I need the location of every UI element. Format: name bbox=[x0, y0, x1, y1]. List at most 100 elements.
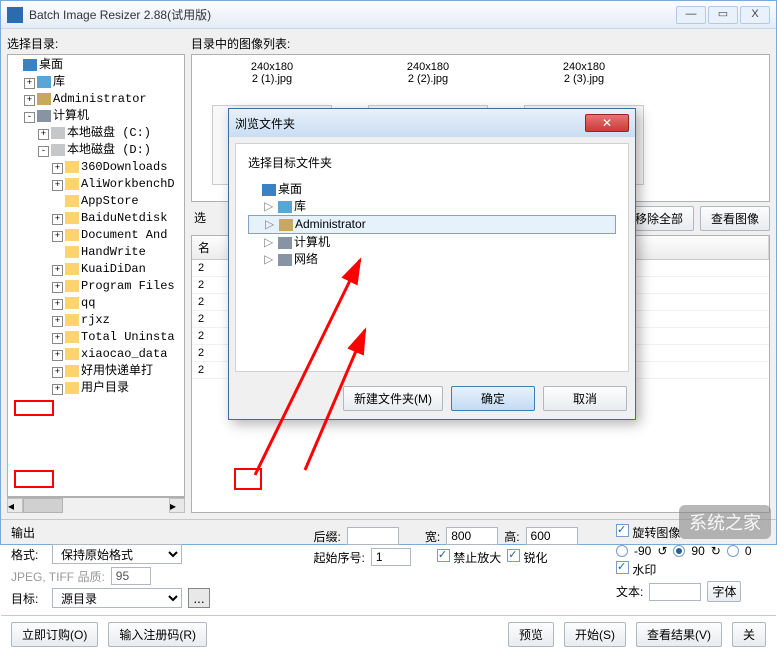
tree-item[interactable]: -计算机 bbox=[10, 108, 182, 125]
tree-item[interactable]: +库 bbox=[10, 74, 182, 91]
tree-expander[interactable]: + bbox=[52, 180, 63, 191]
tree-label: AppStore bbox=[81, 194, 139, 208]
tree-expander-icon[interactable]: ▷ bbox=[264, 252, 278, 267]
user-icon bbox=[37, 93, 51, 105]
target-select[interactable]: 源目录 bbox=[52, 588, 182, 608]
folder-icon bbox=[65, 212, 79, 224]
rotate-zero-radio[interactable] bbox=[727, 545, 739, 557]
preview-button[interactable]: 预览 bbox=[508, 622, 554, 647]
tree-expander[interactable]: + bbox=[52, 282, 63, 293]
width-input[interactable] bbox=[446, 527, 498, 545]
tree-item[interactable]: + KuaiDiDan bbox=[10, 261, 182, 278]
tree-label: 用户目录 bbox=[81, 381, 129, 395]
suffix-input[interactable] bbox=[347, 527, 399, 545]
rotate-pos90-radio[interactable] bbox=[673, 545, 685, 557]
dialog-tree-item[interactable]: 桌面 bbox=[248, 181, 616, 198]
tree-item[interactable]: +Total Uninsta bbox=[10, 329, 182, 346]
view-image-button[interactable]: 查看图像 bbox=[700, 206, 770, 231]
dialog-tree-item[interactable]: ▷网络 bbox=[248, 251, 616, 268]
tree-label: 好用快递单打 bbox=[81, 364, 153, 378]
rotate-checkbox[interactable] bbox=[616, 524, 629, 537]
dialog-titlebar[interactable]: 浏览文件夹 ✕ bbox=[229, 109, 635, 137]
folder-icon bbox=[65, 178, 79, 190]
tree-item[interactable]: +rjxz bbox=[10, 312, 182, 329]
tree-expander[interactable]: - bbox=[24, 112, 35, 123]
cancel-button[interactable]: 取消 bbox=[543, 386, 627, 411]
tree-expander[interactable]: + bbox=[52, 350, 63, 361]
tree-item[interactable]: AppStore bbox=[10, 193, 182, 210]
output-section-label: 输出 bbox=[11, 524, 302, 541]
format-select[interactable]: 保持原始格式 bbox=[52, 544, 182, 564]
tree-item[interactable]: + 好用快递单打 bbox=[10, 363, 182, 380]
tree-expander[interactable]: + bbox=[24, 78, 35, 89]
new-folder-button[interactable]: 新建文件夹(M) bbox=[343, 386, 443, 411]
browse-button[interactable]: ... bbox=[188, 588, 210, 608]
tree-expander[interactable]: + bbox=[52, 384, 63, 395]
tree-expander[interactable]: + bbox=[52, 299, 63, 310]
tree-expander[interactable]: - bbox=[38, 146, 49, 157]
tree-item[interactable]: +BaiduNetdisk bbox=[10, 210, 182, 227]
rotate-neg90-radio[interactable] bbox=[616, 545, 628, 557]
watermark-text-label: 文本: bbox=[616, 583, 643, 600]
tree-expander-icon[interactable]: ▷ bbox=[265, 217, 279, 232]
tree-label: KuaiDiDan bbox=[81, 262, 146, 276]
titlebar[interactable]: Batch Image Resizer 2.88(试用版) — ▭ X bbox=[1, 1, 776, 29]
close-app-button[interactable]: 关 bbox=[732, 622, 766, 647]
tree-item[interactable]: +qq bbox=[10, 295, 182, 312]
tree-hscrollbar[interactable]: ◂ ▸ bbox=[7, 497, 185, 513]
tree-item[interactable]: +360Downloads bbox=[10, 159, 182, 176]
tree-item[interactable]: +Administrator bbox=[10, 91, 182, 108]
tree-expander[interactable]: + bbox=[52, 231, 63, 242]
tree-expander[interactable]: + bbox=[52, 214, 63, 225]
tree-item[interactable]: +本地磁盘 (C:) bbox=[10, 125, 182, 142]
tree-expander[interactable]: + bbox=[52, 333, 63, 344]
tree-item[interactable]: -本地磁盘 (D:) bbox=[10, 142, 182, 159]
tree-expander-icon[interactable]: ▷ bbox=[264, 199, 278, 214]
tree-item[interactable]: +AliWorkbenchD bbox=[10, 176, 182, 193]
dialog-tree-item[interactable]: ▷计算机 bbox=[248, 234, 616, 251]
directory-tree[interactable]: 桌面+库+Administrator-计算机+本地磁盘 (C:)-本地磁盘 (D… bbox=[7, 54, 185, 497]
start-num-input[interactable] bbox=[371, 548, 411, 566]
order-button[interactable]: 立即订购(O) bbox=[11, 622, 98, 647]
close-button[interactable]: X bbox=[740, 6, 770, 24]
tree-item[interactable]: 桌面 bbox=[10, 57, 182, 74]
tree-expander[interactable]: + bbox=[38, 129, 49, 140]
tree-expander-icon[interactable]: ▷ bbox=[264, 235, 278, 250]
height-input[interactable] bbox=[526, 527, 578, 545]
dialog-folder-tree[interactable]: 桌面▷库▷Administrator▷计算机▷网络 bbox=[248, 181, 616, 361]
tree-expander[interactable]: + bbox=[52, 163, 63, 174]
tree-item[interactable]: +xiaocao_data bbox=[10, 346, 182, 363]
tree-item[interactable]: +Program Files bbox=[10, 278, 182, 295]
watermark-checkbox[interactable] bbox=[616, 561, 629, 574]
tree-expander[interactable]: + bbox=[52, 265, 63, 276]
font-button[interactable]: 字体 bbox=[707, 581, 741, 602]
drive-icon bbox=[51, 144, 65, 156]
watermark-text-input[interactable] bbox=[649, 583, 701, 601]
dialog-tree-item[interactable]: ▷Administrator bbox=[248, 215, 616, 234]
folder-icon bbox=[65, 263, 79, 275]
tree-label: Document And bbox=[81, 228, 167, 242]
view-result-button[interactable]: 查看结果(V) bbox=[636, 622, 722, 647]
dialog-close-button[interactable]: ✕ bbox=[585, 114, 629, 132]
tree-label: 库 bbox=[53, 75, 65, 89]
tree-expander[interactable]: + bbox=[52, 367, 63, 378]
computer-icon bbox=[37, 110, 51, 122]
dialog-tree-item[interactable]: ▷库 bbox=[248, 198, 616, 215]
sharpen-checkbox[interactable] bbox=[507, 549, 520, 562]
quality-input[interactable] bbox=[111, 567, 151, 585]
ok-button[interactable]: 确定 bbox=[451, 386, 535, 411]
tree-expander[interactable]: + bbox=[52, 316, 63, 327]
tree-item[interactable]: + 用户目录 bbox=[10, 380, 182, 397]
tree-item[interactable]: + Document And bbox=[10, 227, 182, 244]
register-button[interactable]: 输入注册码(R) bbox=[108, 622, 207, 647]
tree-expander[interactable]: + bbox=[24, 95, 35, 106]
lib-icon bbox=[278, 201, 292, 213]
scroll-thumb[interactable] bbox=[23, 498, 63, 513]
start-button[interactable]: 开始(S) bbox=[564, 622, 626, 647]
no-enlarge-checkbox[interactable] bbox=[437, 549, 450, 562]
scroll-right-button[interactable]: ▸ bbox=[169, 498, 185, 513]
maximize-button[interactable]: ▭ bbox=[708, 6, 738, 24]
minimize-button[interactable]: — bbox=[676, 6, 706, 24]
tree-item[interactable]: HandWrite bbox=[10, 244, 182, 261]
scroll-left-button[interactable]: ◂ bbox=[7, 498, 23, 513]
